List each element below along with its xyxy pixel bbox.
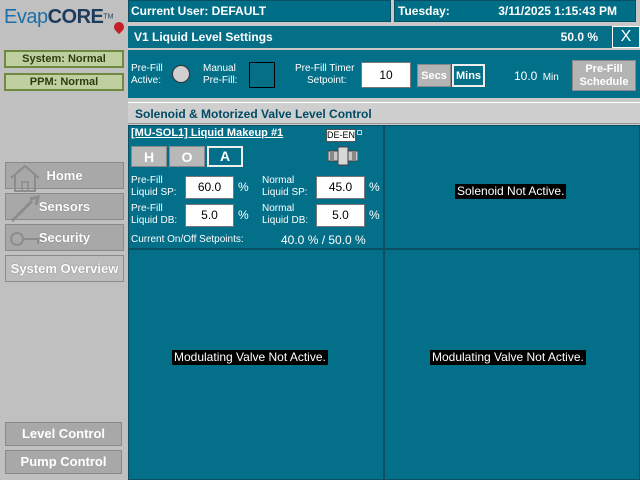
nav-level-control-button[interactable]: Level Control [5, 422, 122, 446]
evapcore-logo: EvapCORETM [4, 6, 127, 40]
ppm-status-badge: PPM: Normal [4, 73, 124, 91]
water-drop-icon [111, 19, 127, 35]
nav-overview-label: System Overview [10, 261, 119, 276]
secs-button[interactable]: Secs [417, 64, 451, 87]
prefill-active-indicator [172, 65, 190, 83]
left-sidebar: EvapCORETM System: Normal PPM: Normal Ho… [0, 0, 128, 480]
nav-home-label: Home [46, 168, 83, 183]
solenoid-valve-icon [328, 146, 358, 166]
close-button[interactable]: X [612, 26, 640, 48]
manual-prefill-toggle[interactable] [249, 62, 275, 88]
nav-pump-control-button[interactable]: Pump Control [5, 450, 122, 474]
prefill-db-label: Pre-Fill Liquid DB: [131, 203, 178, 226]
current-user-display: Current User: DEFAULT [128, 0, 391, 22]
prefill-db-input[interactable]: 5.0 [185, 204, 234, 227]
system-status-badge: System: Normal [4, 50, 124, 68]
mins-button[interactable]: Mins [452, 64, 485, 87]
normal-db-input[interactable]: 5.0 [316, 204, 365, 227]
wrench-icon [10, 195, 41, 223]
window-title-bar: V1 Liquid Level Settings 50.0 % [128, 26, 612, 48]
normal-sp-label: Normal Liquid SP: [262, 175, 308, 198]
onoff-setpoints-value: 40.0 % / 50.0 % [281, 233, 366, 247]
datetime-value: 3/11/2025 1:15:43 PM [498, 4, 617, 18]
solenoid-not-active-message: Solenoid Not Active. [455, 184, 567, 199]
prefill-schedule-button[interactable]: Pre-Fill Schedule [572, 60, 636, 91]
nav-sensors-label: Sensors [38, 199, 91, 214]
nav-sensors-button[interactable]: Sensors [5, 193, 124, 223]
mu-sol1-link[interactable]: [MU-SOL1] Liquid Makeup #1 [131, 127, 283, 139]
prefill-sp-input[interactable]: 60.0 [185, 176, 234, 199]
badge-corner [357, 130, 362, 135]
prefill-timer-label: Pre-Fill Timer Setpoint: [295, 63, 355, 86]
hoa-off-button[interactable]: O [169, 146, 205, 167]
window-title: V1 Liquid Level Settings [134, 30, 273, 44]
onoff-setpoints-label: Current On/Off Setpoints: [131, 234, 244, 245]
nav-security-button[interactable]: Security [5, 224, 124, 251]
section-header: Solenoid & Motorized Valve Level Control [128, 102, 640, 124]
timer-remaining: 10.0 Min [514, 69, 559, 83]
prefill-timer-input[interactable]: 10 [361, 62, 411, 88]
hoa-auto-button[interactable]: A [207, 146, 243, 167]
nav-home-button[interactable]: Home [5, 162, 124, 192]
manual-prefill-label: Manual Pre-Fill: [203, 63, 238, 86]
datetime-display: Tuesday: 3/11/2025 1:15:43 PM [394, 0, 636, 22]
nav-system-overview-button[interactable]: System Overview [5, 255, 124, 282]
hoa-hand-button[interactable]: H [131, 146, 167, 167]
de-en-badge: DE-EN [326, 129, 356, 142]
day-label: Tuesday: [398, 4, 450, 18]
normal-sp-input[interactable]: 45.0 [316, 176, 365, 199]
prefill-sp-label: Pre-Fill Liquid SP: [131, 175, 177, 198]
prefill-active-label: Pre-Fill Active: [131, 63, 163, 86]
level-percent: 50.0 % [560, 30, 598, 44]
nav-security-label: Security [38, 230, 91, 245]
normal-db-label: Normal Liquid DB: [262, 203, 309, 226]
mod-valve-right-message: Modulating Valve Not Active. [430, 350, 586, 365]
mod-valve-left-message: Modulating Valve Not Active. [172, 350, 328, 365]
home-icon [10, 164, 40, 192]
